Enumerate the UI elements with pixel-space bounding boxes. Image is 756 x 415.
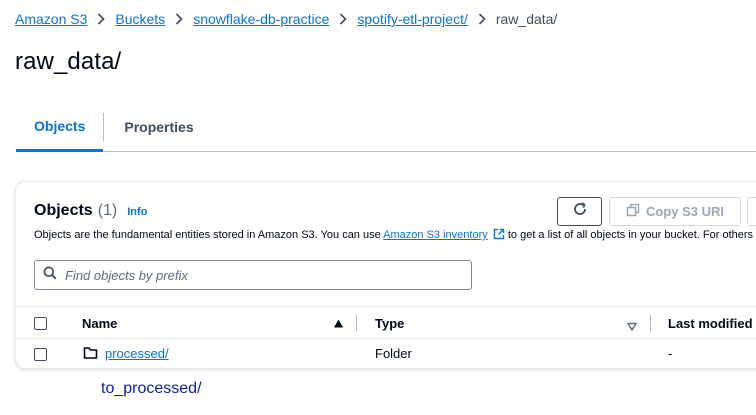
sort-icon[interactable] [627,318,637,336]
breadcrumb-project-folder[interactable]: spotify-etl-project/ [357,11,467,27]
table-header: Name Type Last modified [16,306,756,339]
chevron-right-icon [468,9,496,29]
panel-description: Objects are the fundamental entities sto… [34,228,753,243]
breadcrumb: Amazon S3 Buckets snowflake-db-practice … [15,9,557,29]
chevron-right-icon [165,9,193,29]
column-header-name[interactable]: Name [82,316,117,331]
breadcrumb-amazon-s3[interactable]: Amazon S3 [15,11,87,27]
last-modified-value: - [668,346,673,361]
row-checkbox[interactable] [34,348,47,361]
column-header-type[interactable]: Type [375,316,404,331]
chevron-right-icon [87,9,115,29]
panel-header: Objects (1) Info [34,202,147,220]
tab-bar: Objects Properties [16,103,756,152]
tab-objects[interactable]: Objects [16,103,104,152]
search-input[interactable] [65,267,465,283]
column-divider[interactable] [356,315,357,332]
external-link-icon [493,228,505,243]
refresh-icon [572,201,588,222]
panel-title: Objects [34,202,93,219]
object-count: (1) [97,202,118,219]
description-suffix: to get a list of all objects in your buc… [504,229,754,241]
chevron-right-icon [329,9,357,29]
copy-s3-uri-button[interactable]: Copy S3 URI [609,197,741,226]
select-all-checkbox[interactable] [34,317,47,330]
copy-icon [626,203,640,220]
column-divider[interactable] [650,315,651,332]
info-link[interactable]: Info [127,206,147,218]
folder-icon [83,346,98,365]
page-title: raw_data/ [15,48,122,75]
search-box [34,260,472,290]
s3-inventory-link[interactable]: Amazon S3 inventory [383,229,488,241]
copy-s3-uri-label: Copy S3 URI [645,204,724,219]
copy-url-button[interactable] [747,197,756,226]
search-icon [43,266,57,285]
column-header-last-modified[interactable]: Last modified [668,316,753,331]
description-prefix: Objects are the fundamental entities sto… [34,229,384,241]
tab-properties[interactable]: Properties [104,103,213,151]
breadcrumb-bucket-name[interactable]: snowflake-db-practice [193,11,329,27]
sort-ascending-icon[interactable] [333,316,344,334]
breadcrumb-buckets[interactable]: Buckets [115,11,165,27]
folder-name-link[interactable]: processed/ [105,346,169,361]
caption-text: to_processed/ [101,380,202,397]
refresh-button[interactable] [557,197,602,226]
object-type: Folder [375,346,412,361]
breadcrumb-current: raw_data/ [495,11,558,27]
table-row: processed/ Folder - [16,339,756,368]
objects-panel: Objects (1) Info Copy S3 URI Objects are… [15,181,756,369]
